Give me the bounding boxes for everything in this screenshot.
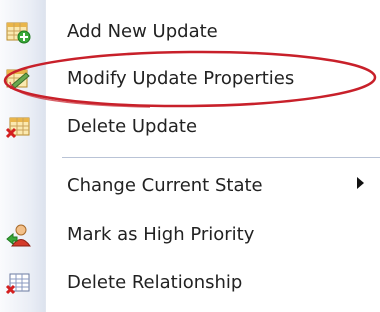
menu-item-add-new-update[interactable]: Add New Update (0, 8, 380, 56)
submenu-arrow-icon (357, 177, 364, 189)
menu-separator (62, 157, 380, 158)
menu-item-label: Delete Relationship (67, 272, 243, 293)
menu-item-change-current-state[interactable]: Change Current State (0, 162, 380, 210)
menu-item-label: Delete Update (67, 116, 198, 137)
menu-item-label: Change Current State (67, 175, 263, 196)
menu-item-label: Add New Update (67, 21, 218, 42)
menu-item-delete-update[interactable]: Delete Update (0, 103, 380, 151)
add-grid-icon (4, 20, 32, 44)
edit-pencil-icon (4, 67, 32, 91)
delete-relationship-icon (4, 271, 32, 295)
context-menu: Add New Update Modify Update Properties (0, 0, 380, 312)
menu-item-mark-as-high-priority[interactable]: Mark as High Priority (0, 211, 380, 259)
menu-item-label: Modify Update Properties (67, 68, 295, 89)
menu-item-modify-update-properties[interactable]: Modify Update Properties (0, 55, 380, 103)
menu-item-delete-relationship[interactable]: Delete Relationship (0, 259, 380, 307)
delete-grid-icon (4, 115, 32, 139)
menu-item-label: Mark as High Priority (67, 224, 255, 245)
user-priority-icon (4, 223, 32, 247)
